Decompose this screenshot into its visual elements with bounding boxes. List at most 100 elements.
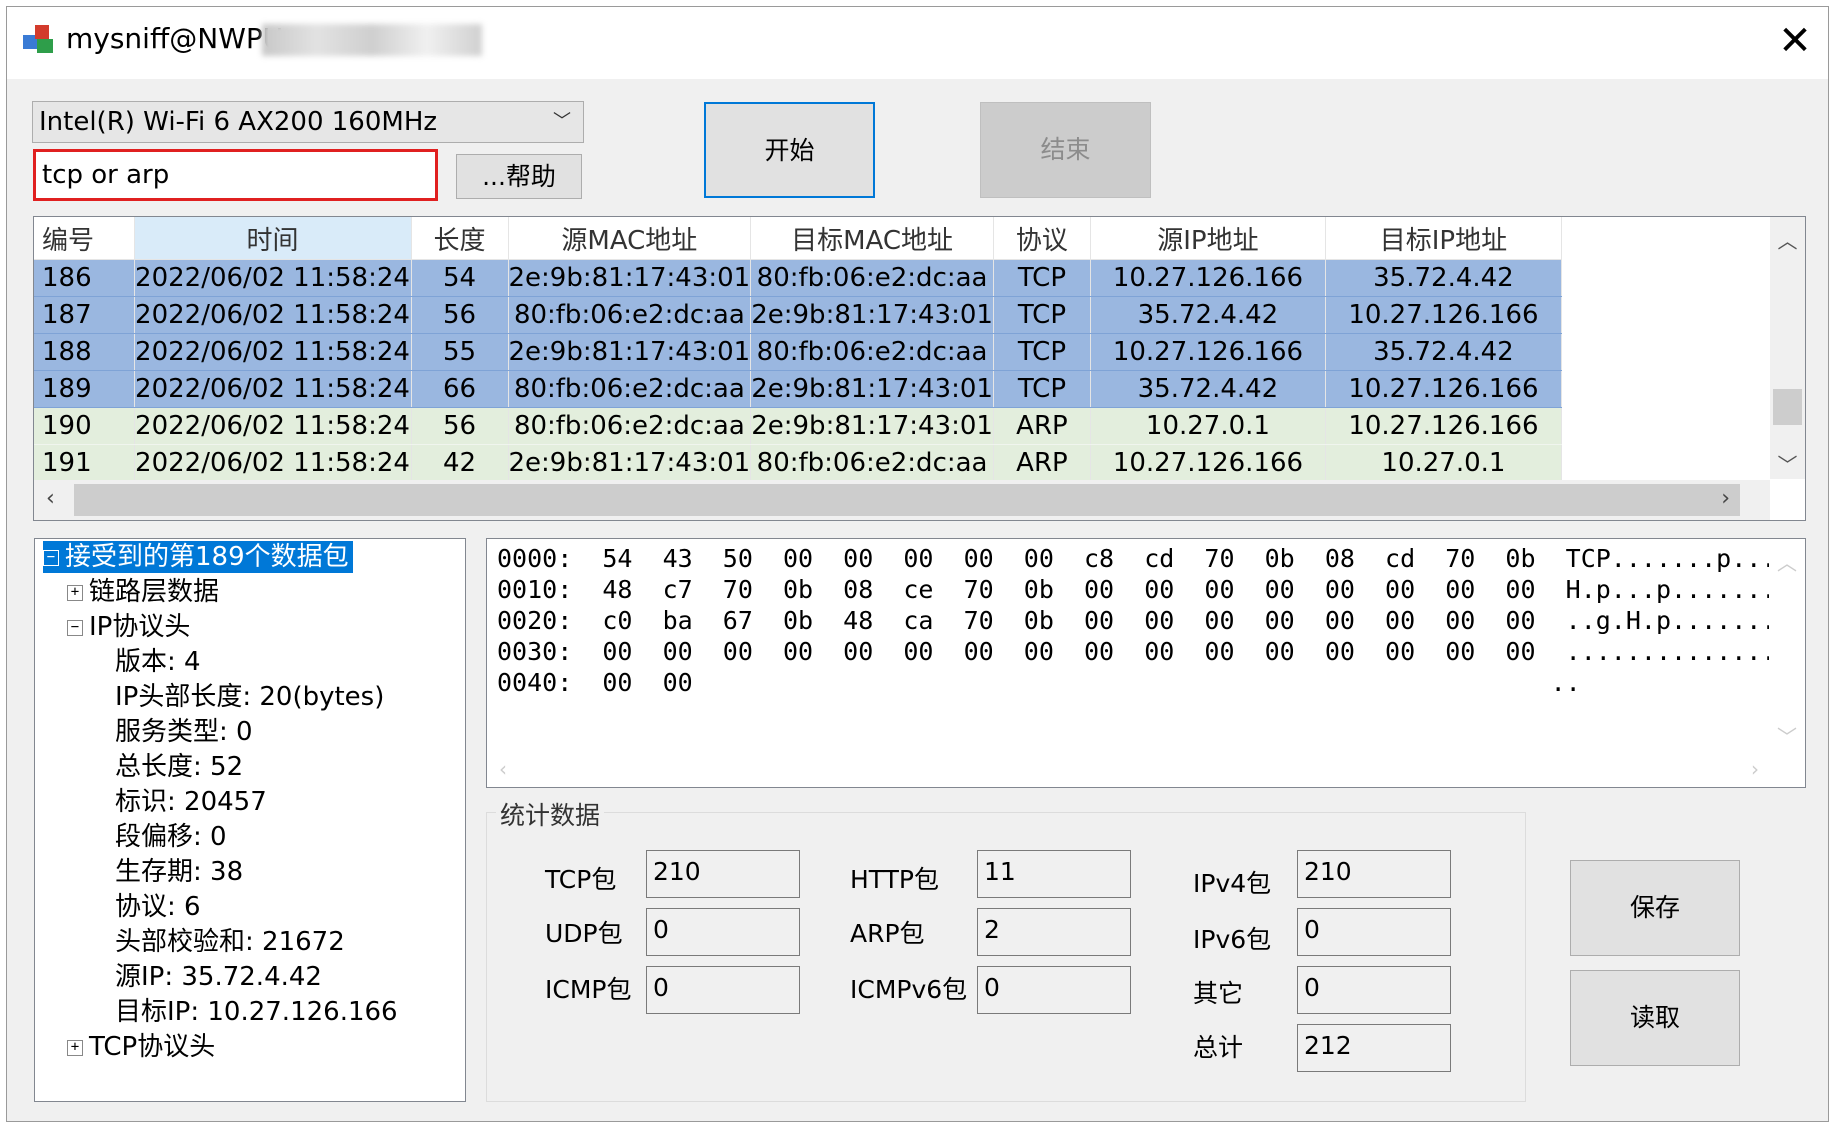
column-header-src-mac[interactable]: 源MAC地址 [508, 217, 752, 260]
scroll-right-icon[interactable]: › [1751, 757, 1759, 781]
udp-count-label: UDP包 [545, 919, 623, 948]
hex-hscrollbar[interactable]: ‹ › [487, 751, 1769, 787]
arp-count-field[interactable]: 2 [977, 908, 1131, 956]
packet-list-hscrollbar[interactable]: ‹ › [34, 480, 1770, 520]
ipv4-count-field[interactable]: 210 [1297, 850, 1451, 898]
table-cell-dst-ip: 35.72.4.42 [1325, 333, 1562, 371]
adapter-select-value: Intel(R) Wi-Fi 6 AX200 160MHz [39, 107, 438, 137]
table-row[interactable]: 191 2022/06/02 11:58:24 42 2e:9b:81:17:43:0… [34, 444, 1562, 482]
http-count-field[interactable]: 11 [977, 850, 1131, 898]
table-cell-dst-ip: 10.27.0.1 [1325, 444, 1562, 482]
hex-row: 0030: 00 00 00 00 00 00 00 00 00 00 00 0… [497, 637, 1807, 666]
scroll-up-icon[interactable]: ︿ [1769, 547, 1805, 576]
tree-node-ip-field[interactable]: 协议: 6 [115, 891, 201, 923]
start-button[interactable]: 开始 [704, 102, 875, 198]
close-icon[interactable]: ✕ [1770, 18, 1820, 64]
stop-button[interactable]: 结束 [980, 102, 1151, 198]
stats-group-title: 统计数据 [496, 796, 605, 832]
packet-list[interactable]: 编号 时间 长度 源MAC地址 目标MAC地址 协议 源IP地址 目标IP地址 … [33, 216, 1806, 521]
tree-node-ip-field[interactable]: 头部校验和: 21672 [115, 926, 345, 958]
column-header-dst-mac[interactable]: 目标MAC地址 [750, 217, 994, 260]
scroll-up-icon[interactable]: ︿ [1770, 225, 1805, 254]
table-row[interactable]: 188 2022/06/02 11:58:24 55 2e:9b:81:17:43:0… [34, 333, 1562, 371]
collapse-icon[interactable]: − [67, 619, 83, 636]
tree-node-ip-field[interactable]: 标识: 20457 [115, 786, 267, 818]
table-cell-dst-ip: 35.72.4.42 [1325, 259, 1562, 297]
scroll-left-icon[interactable]: ‹ [499, 757, 507, 781]
column-header-dst-ip[interactable]: 目标IP地址 [1325, 217, 1562, 260]
scroll-thumb[interactable] [74, 484, 1740, 516]
tree-node-link-layer[interactable]: + 链路层数据 [67, 576, 219, 608]
adapter-select[interactable]: Intel(R) Wi-Fi 6 AX200 160MHz ﹀ [32, 101, 584, 143]
table-cell-no: 186 [34, 259, 135, 297]
table-cell-len: 55 [411, 333, 509, 371]
packet-list-vscrollbar[interactable]: ︿ ﹀ [1770, 217, 1805, 479]
table-row[interactable]: 189 2022/06/02 11:58:24 66 80:fb:06:e2:dc:a… [34, 370, 1562, 408]
hex-row: 0040: 00 00 .. [497, 668, 1581, 697]
ipv4-count-label: IPv4包 [1193, 869, 1272, 898]
ipv6-count-field[interactable]: 0 [1297, 908, 1451, 956]
table-cell-dst-mac: 80:fb:06:e2:dc:aa [750, 259, 994, 297]
table-cell-no: 189 [34, 370, 135, 408]
tree-node-ip-field[interactable]: 目标IP: 10.27.126.166 [115, 996, 398, 1028]
table-row[interactable]: 186 2022/06/02 11:58:24 54 2e:9b:81:17:43:0… [34, 259, 1562, 297]
icmpv6-count-field[interactable]: 0 [977, 966, 1131, 1014]
table-cell-no: 187 [34, 296, 135, 334]
arp-count-label: ARP包 [850, 919, 925, 948]
table-cell-time: 2022/06/02 11:58:24 [134, 259, 412, 297]
total-count-field[interactable]: 212 [1297, 1024, 1451, 1072]
tree-node-ip-field[interactable]: 版本: 4 [115, 646, 201, 678]
total-count-label: 总计 [1193, 1033, 1244, 1062]
table-cell-no: 191 [34, 444, 135, 482]
tree-node-ip-field[interactable]: 生存期: 38 [115, 856, 243, 888]
table-cell-dst-ip: 10.27.126.166 [1325, 407, 1562, 445]
other-count-label: 其它 [1193, 979, 1244, 1008]
other-count-field[interactable]: 0 [1297, 966, 1451, 1014]
save-button[interactable]: 保存 [1570, 860, 1740, 956]
tcp-count-field[interactable]: 210 [646, 850, 800, 898]
scroll-thumb[interactable] [1773, 389, 1802, 425]
tree-root-node[interactable]: − 接受到的第189个数据包 [43, 541, 353, 573]
help-button[interactable]: ...帮助 [456, 154, 582, 199]
table-cell-len: 54 [411, 259, 509, 297]
table-cell-dst-mac: 80:fb:06:e2:dc:aa [750, 333, 994, 371]
table-cell-proto: ARP [993, 444, 1091, 482]
icmp-count-field[interactable]: 0 [646, 966, 800, 1014]
packet-table: 编号 时间 长度 源MAC地址 目标MAC地址 协议 源IP地址 目标IP地址 … [34, 217, 1562, 482]
hex-row: 0000: 54 43 50 00 00 00 00 00 c8 cd 70 0… [497, 544, 1807, 573]
column-header-protocol[interactable]: 协议 [993, 217, 1091, 260]
filter-input[interactable]: tcp or arp [33, 149, 438, 201]
column-header-no[interactable]: 编号 [34, 217, 135, 260]
udp-count-field[interactable]: 0 [646, 908, 800, 956]
scroll-down-icon[interactable]: ﹀ [1770, 449, 1805, 478]
tree-node-ip-field[interactable]: 服务类型: 0 [115, 716, 253, 748]
tree-node-ip-field[interactable]: 段偏移: 0 [115, 821, 227, 853]
packet-tree[interactable]: − 接受到的第189个数据包 + 链路层数据 − IP协议头 版本: 4 IP头部长度:… [34, 538, 466, 1102]
app-icon [23, 25, 53, 53]
scroll-down-icon[interactable]: ﹀ [1769, 721, 1805, 750]
expand-icon[interactable]: + [67, 1039, 83, 1056]
load-button[interactable]: 读取 [1570, 970, 1740, 1066]
tree-node-ip-header[interactable]: − IP协议头 [67, 611, 190, 643]
scroll-left-icon[interactable]: ‹ [46, 486, 55, 511]
column-header-time[interactable]: 时间 [134, 217, 412, 260]
hex-dump-panel[interactable]: 0000: 54 43 50 00 00 00 00 00 c8 cd 70 0… [486, 538, 1806, 788]
tree-node-ip-field[interactable]: 源IP: 35.72.4.42 [115, 961, 322, 993]
table-row[interactable]: 187 2022/06/02 11:58:24 56 80:fb:06:e2:dc:a… [34, 296, 1562, 334]
tree-node-ip-field[interactable]: IP头部长度: 20(bytes) [115, 681, 384, 713]
collapse-icon[interactable]: − [43, 549, 59, 566]
table-cell-proto: TCP [993, 259, 1091, 297]
tree-node-tcp-header[interactable]: + TCP协议头 [67, 1031, 215, 1063]
column-header-src-ip[interactable]: 源IP地址 [1090, 217, 1326, 260]
table-cell-dst-ip: 10.27.126.166 [1325, 296, 1562, 334]
table-cell-src-ip: 35.72.4.42 [1090, 370, 1326, 408]
tree-node-ip-field[interactable]: 总长度: 52 [115, 751, 243, 783]
table-cell-proto: TCP [993, 333, 1091, 371]
scroll-right-icon[interactable]: › [1721, 486, 1730, 511]
hex-vscrollbar[interactable]: ︿ ﹀ [1769, 539, 1805, 749]
expand-icon[interactable]: + [67, 584, 83, 601]
table-row[interactable]: 190 2022/06/02 11:58:24 56 80:fb:06:e2:dc:a… [34, 407, 1562, 445]
column-header-length[interactable]: 长度 [411, 217, 509, 260]
table-cell-proto: TCP [993, 296, 1091, 334]
table-cell-proto: ARP [993, 407, 1091, 445]
